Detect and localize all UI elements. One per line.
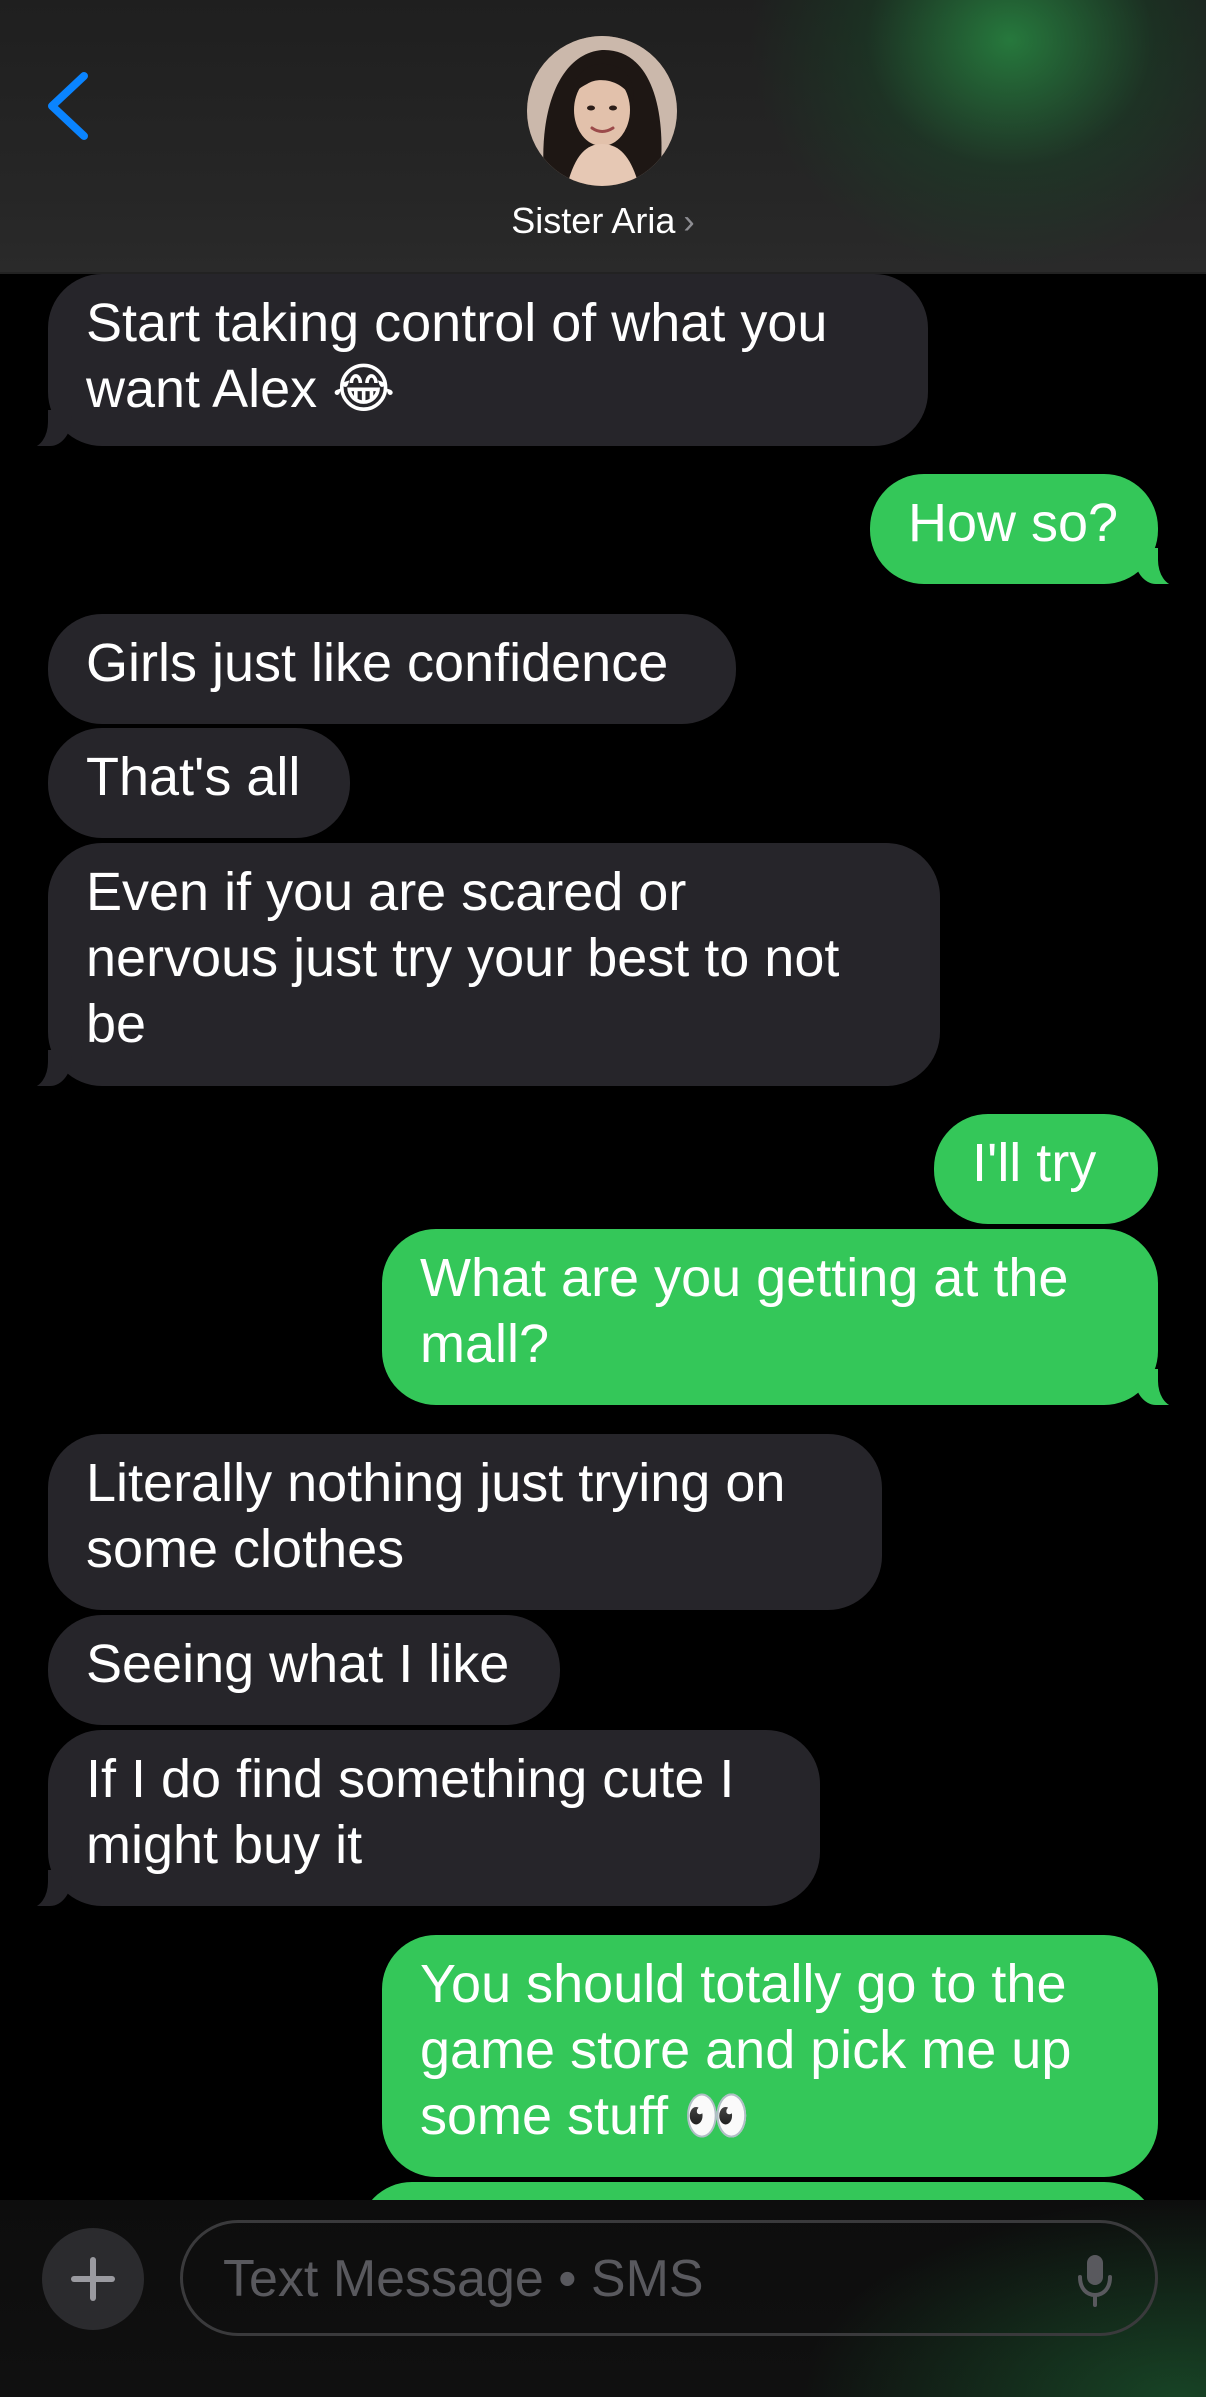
message-bubble-incoming[interactable]: Literally nothing just trying on some cl… [48, 1434, 882, 1610]
message-bubble-incoming[interactable]: Seeing what I like [48, 1615, 560, 1725]
message-bubble-outgoing[interactable]: You should totally go to the game store … [382, 1935, 1158, 2177]
message-bubble-incoming[interactable]: Start taking control of what you want Al… [14, 274, 928, 448]
message-input-placeholder: Text Message • SMS [223, 2250, 704, 2308]
back-button[interactable] [40, 68, 100, 144]
message-composer: Text Message • SMS [0, 2200, 1206, 2397]
plus-icon [71, 2257, 115, 2301]
message-bubble-incoming[interactable]: Even if you are scared or nervous just t… [14, 843, 940, 1088]
chevron-right-icon: › [683, 203, 695, 241]
message-bubble-incoming[interactable]: Girls just like confidence [48, 614, 736, 724]
message-bubble-incoming[interactable]: That's all [48, 728, 350, 838]
add-attachment-button[interactable] [42, 2228, 144, 2330]
dictation-button[interactable] [1075, 2253, 1115, 2309]
contact-avatar[interactable] [527, 36, 677, 186]
message-input[interactable]: Text Message • SMS [180, 2220, 1158, 2336]
message-bubble-outgoing[interactable]: How so? [870, 474, 1192, 586]
contact-name: Sister Aria [511, 200, 676, 241]
avatar-image [527, 36, 677, 186]
chevron-left-icon [48, 72, 88, 140]
message-bubble-outgoing[interactable]: I'll try [934, 1114, 1158, 1224]
message-bubble-outgoing[interactable]: What are you getting at the mall? [382, 1229, 1192, 1407]
contact-name-button[interactable]: Sister Aria › [0, 200, 1206, 242]
conversation-header: Sister Aria › [0, 0, 1206, 274]
microphone-icon [1078, 2255, 1112, 2307]
message-bubble-incoming[interactable]: If I do find something cute I might buy … [14, 1730, 820, 1908]
